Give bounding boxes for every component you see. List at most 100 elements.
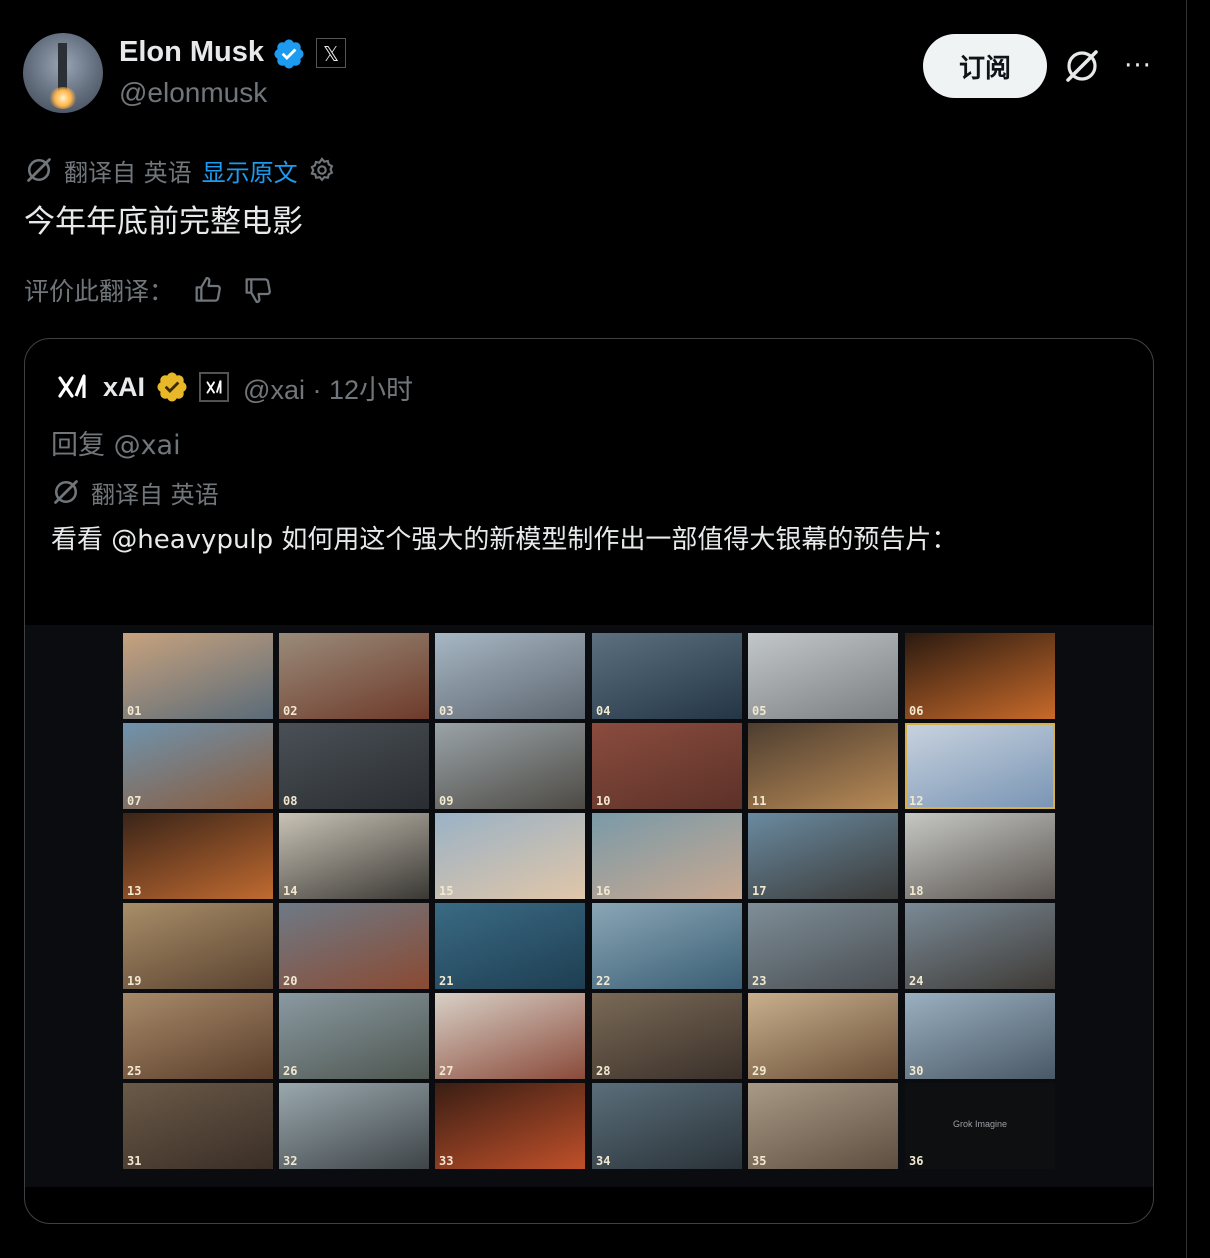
storyboard-frame: 04 [592,633,742,719]
storyboard-frame: 20 [279,903,429,989]
frame-number: 15 [439,884,454,898]
quoted-post-card[interactable]: xAI @xai · 12小时 回复 @xai 翻译自 英语 看看 @heavy… [24,338,1154,1224]
frame-number: 36 [909,1154,924,1168]
storyboard-frame: 21 [435,903,585,989]
rocket-flame-shape [49,87,77,109]
storyboard-frame: 02 [279,633,429,719]
storyboard-frame: 24 [905,903,1055,989]
xai-affiliate-icon [199,372,230,402]
frame-number: 31 [127,1154,142,1168]
quoted-translation-row: 翻译自 英语 [51,475,219,509]
avatar[interactable] [23,33,103,113]
storyboard-frame: 03 [435,633,585,719]
storyboard-grid: 01 02 03 04 05 06 07 08 09 10 11 12 13 14 15 16 17 18 19 20… [123,633,1057,1169]
storyboard-frame: 31 [123,1083,273,1169]
storyboard-frame: 25 [123,993,273,1079]
frame-number: 02 [283,704,298,718]
frame-number: 19 [127,974,142,988]
frame-number: 18 [909,884,924,898]
subscribe-button[interactable]: 订阅 [923,34,1047,98]
frame-number: 17 [752,884,767,898]
storyboard-frame: 16 [592,813,742,899]
frame-number: 23 [752,974,767,988]
storyboard-frame: 01 [123,633,273,719]
frame-number: 01 [127,704,142,718]
storyboard-frame: 34 [592,1083,742,1169]
reply-to-label: 回复 @xai [51,430,181,461]
quoted-translated-from-label: 翻译自 英语 [91,480,219,509]
grok-icon[interactable] [1062,46,1102,86]
storyboard-frame: 35 [748,1083,898,1169]
author-name[interactable]: Elon Musk [119,36,264,69]
frame-number: 30 [909,1064,924,1078]
storyboard-frame: 33 [435,1083,585,1169]
storyboard-frame: 18 [905,813,1055,899]
storyboard-frame: 10 [592,723,742,809]
storyboard-frame: 08 [279,723,429,809]
storyboard-frame: 14 [279,813,429,899]
frame-number: 26 [283,1064,298,1078]
gold-verified-badge-icon [157,372,187,402]
storyboard-frame: 29 [748,993,898,1079]
frame-number: 11 [752,794,767,808]
frame-number: 14 [283,884,298,898]
more-dots-icon[interactable]: ··· [1118,50,1158,82]
storyboard-frame: 23 [748,903,898,989]
xai-logo-icon[interactable] [51,366,93,408]
quoted-author-name[interactable]: xAI [103,372,145,403]
storyboard-frame: 15 [435,813,585,899]
storyboard-frame: 32 [279,1083,429,1169]
thumbs-down-icon[interactable] [242,274,274,306]
thumbs-up-icon[interactable] [192,274,224,306]
author-handle[interactable]: @elonmusk [119,77,267,109]
storyboard-frame: 13 [123,813,273,899]
frame-number: 28 [596,1064,611,1078]
frame-number: 13 [127,884,142,898]
grok-icon [27,158,51,182]
frame-number: 27 [439,1064,454,1078]
storyboard-frame: 30 [905,993,1055,1079]
column-divider [1186,0,1187,1258]
storyboard-frame: 26 [279,993,429,1079]
frame-number: 35 [752,1154,767,1168]
frame-number: 32 [283,1154,298,1168]
frame-number: 16 [596,884,611,898]
frame-number: 08 [283,794,298,808]
frame-number: 06 [909,704,924,718]
storyboard-frame: 09 [435,723,585,809]
grok-imagine-label: Grok Imagine [952,1119,1008,1129]
storyboard-frame: 07 [123,723,273,809]
frame-number: 21 [439,974,454,988]
x-logo-icon: 𝕏 [316,38,346,68]
gear-icon[interactable] [308,156,336,184]
media-video[interactable]: 01 02 03 04 05 06 07 08 09 10 11 12 13 14 15 16 17 18 19 20… [25,625,1153,1187]
quoted-post-header: xAI @xai · 12小时 [51,366,413,408]
quoted-post-text: 看看 @heavypulp 如何用这个强大的新模型制作出一部值得大银幕的预告片： [51,525,958,555]
frame-number: 34 [596,1154,611,1168]
quoted-handle-time[interactable]: @xai · 12小时 [243,368,413,407]
show-original-link[interactable]: 显示原文 [202,153,298,188]
storyboard-frame: 27 [435,993,585,1079]
frame-number: 25 [127,1064,142,1078]
storyboard-frame: 11 [748,723,898,809]
frame-number: 12 [909,794,924,808]
frame-number: 33 [439,1154,454,1168]
rate-translation-label: 评价此翻译： [24,277,175,306]
translation-row: 翻译自 英语 显示原文 [24,153,336,187]
storyboard-frame: 17 [748,813,898,899]
frame-number: 07 [127,794,142,808]
grok-icon [54,480,78,504]
storyboard-frame: 22 [592,903,742,989]
storyboard-frame: 28 [592,993,742,1079]
rate-translation-row: 评价此翻译： [24,272,274,308]
storyboard-frame: 06 [905,633,1055,719]
frame-number: 20 [283,974,298,988]
storyboard-frame: 12 [905,723,1055,809]
tweet-text: 今年年底前完整电影 [24,204,303,240]
frame-number: 29 [752,1064,767,1078]
frame-number: 22 [596,974,611,988]
frame-number: 09 [439,794,454,808]
translated-from-label: 翻译自 英语 [64,158,192,187]
frame-number: 10 [596,794,611,808]
storyboard-frame: 19 [123,903,273,989]
